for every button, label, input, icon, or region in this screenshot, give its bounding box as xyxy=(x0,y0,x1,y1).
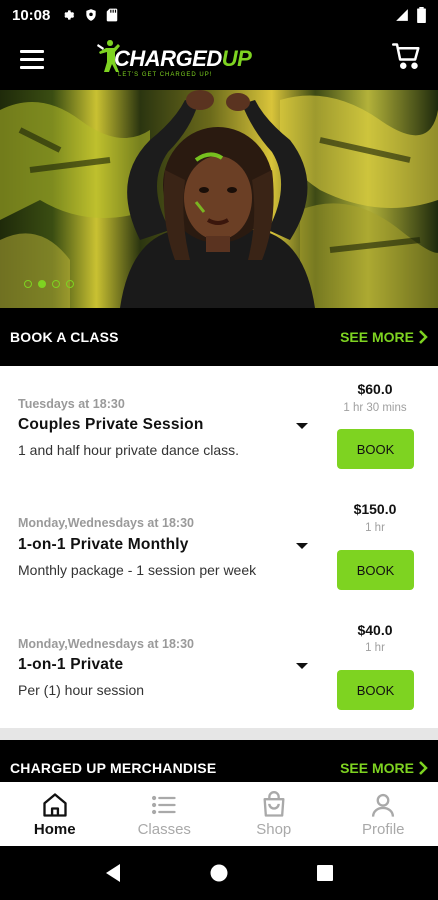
logo-tagline: LET'S GET CHARGED UP! xyxy=(118,72,213,78)
class-item: Monday,Wednesdays at 18:30 1-on-1 Privat… xyxy=(0,486,438,606)
class-item: Tuesdays at 18:30 Couples Private Sessio… xyxy=(0,366,438,486)
menu-icon-bar xyxy=(20,66,44,69)
shopping-bag-icon xyxy=(263,790,285,817)
app-header: CHARGEDUP LET'S GET CHARGED UP! xyxy=(0,30,438,90)
class-price: $40.0 xyxy=(357,622,393,638)
nav-item-classes[interactable]: Classes xyxy=(110,782,220,846)
nav-label: Home xyxy=(33,820,76,838)
nav-item-home[interactable]: Home xyxy=(0,782,110,846)
list-icon xyxy=(152,795,176,814)
system-recents-button[interactable] xyxy=(305,853,345,893)
logo-wordmark: CHARGEDUP xyxy=(114,46,252,72)
carousel-dot[interactable] xyxy=(66,280,74,288)
book-button[interactable]: BOOK xyxy=(337,550,414,590)
nav-item-shop[interactable]: Shop xyxy=(219,782,329,846)
carousel-indicators xyxy=(24,280,74,288)
merch-title: CHARGED UP MERCHANDISE xyxy=(10,760,217,776)
settings-gear-icon xyxy=(64,10,75,20)
status-notification-icons xyxy=(62,8,118,22)
menu-button[interactable] xyxy=(20,50,44,70)
shield-icon xyxy=(86,9,97,21)
carousel-dot[interactable] xyxy=(24,280,32,288)
section-divider xyxy=(0,728,438,740)
chevron-right-icon xyxy=(419,330,428,344)
menu-icon-bar xyxy=(20,58,44,61)
book-class-title: BOOK A CLASS xyxy=(10,329,119,345)
book-class-section-header: BOOK A CLASS SEE MORE xyxy=(0,308,438,366)
hero-carousel[interactable] xyxy=(0,90,438,308)
see-more-label: SEE MORE xyxy=(340,329,414,345)
class-schedule: Monday,Wednesdays at 18:30 xyxy=(18,637,194,651)
expand-chevron-down-icon[interactable] xyxy=(296,543,308,549)
class-name: 1-on-1 Private xyxy=(18,656,124,673)
hero-image xyxy=(0,90,438,308)
nav-label: Classes xyxy=(137,820,191,838)
home-icon xyxy=(43,792,67,817)
class-schedule: Tuesdays at 18:30 xyxy=(18,397,125,411)
book-button[interactable]: BOOK xyxy=(337,670,414,710)
class-list: Tuesdays at 18:30 Couples Private Sessio… xyxy=(0,366,438,728)
class-schedule: Monday,Wednesdays at 18:30 xyxy=(18,516,194,530)
merch-section-header: CHARGED UP MERCHANDISE SEE MORE xyxy=(0,740,438,782)
recents-square-icon xyxy=(317,865,333,881)
system-back-button[interactable] xyxy=(93,853,133,893)
class-price: $150.0 xyxy=(353,501,397,517)
charged-up-logo[interactable]: CHARGEDUP LET'S GET CHARGED UP! xyxy=(96,36,252,84)
system-navigation-bar xyxy=(0,846,438,900)
back-triangle-icon xyxy=(106,864,120,882)
cart-button[interactable] xyxy=(392,42,424,74)
book-class-see-more-link[interactable]: SEE MORE xyxy=(340,329,428,345)
nav-label: Profile xyxy=(361,820,405,838)
status-system-icons xyxy=(395,7,426,23)
class-description: Per (1) hour session xyxy=(18,682,145,698)
nav-label: Shop xyxy=(256,820,292,838)
class-duration: 1 hr 30 mins xyxy=(343,402,407,414)
class-item: Monday,Wednesdays at 18:30 1-on-1 Privat… xyxy=(0,606,438,726)
logo-text-accent: UP xyxy=(221,46,252,71)
battery-icon xyxy=(417,7,426,23)
book-button[interactable]: BOOK xyxy=(337,429,414,469)
menu-icon-bar xyxy=(20,50,44,53)
home-circle-icon xyxy=(210,864,228,882)
status-bar: 10:08 xyxy=(0,0,438,30)
see-more-label: SEE MORE xyxy=(340,760,414,776)
class-description: 1 and half hour private dance class. xyxy=(18,442,240,458)
bottom-navigation: Home Classes Shop Profile xyxy=(0,782,438,846)
logo-text-main: CHARGED xyxy=(114,46,222,71)
class-description: Monthly package - 1 session per week xyxy=(18,562,257,578)
expand-chevron-down-icon[interactable] xyxy=(296,663,308,669)
nav-item-profile[interactable]: Profile xyxy=(329,782,438,846)
sd-card-icon xyxy=(107,8,118,22)
system-home-button[interactable] xyxy=(199,853,239,893)
class-duration: 1 hr xyxy=(365,522,385,534)
chevron-right-icon xyxy=(419,761,428,775)
class-duration: 1 hr xyxy=(365,642,385,654)
shopping-cart-icon xyxy=(392,43,420,69)
expand-chevron-down-icon[interactable] xyxy=(296,423,308,429)
signal-icon xyxy=(396,9,408,21)
carousel-dot-active[interactable] xyxy=(38,280,46,288)
merch-see-more-link[interactable]: SEE MORE xyxy=(340,760,428,776)
carousel-dot[interactable] xyxy=(52,280,60,288)
status-time: 10:08 xyxy=(12,6,51,24)
person-icon xyxy=(372,793,395,817)
class-price: $60.0 xyxy=(357,381,393,397)
class-name: 1-on-1 Private Monthly xyxy=(18,536,189,553)
class-name: Couples Private Session xyxy=(18,416,204,433)
